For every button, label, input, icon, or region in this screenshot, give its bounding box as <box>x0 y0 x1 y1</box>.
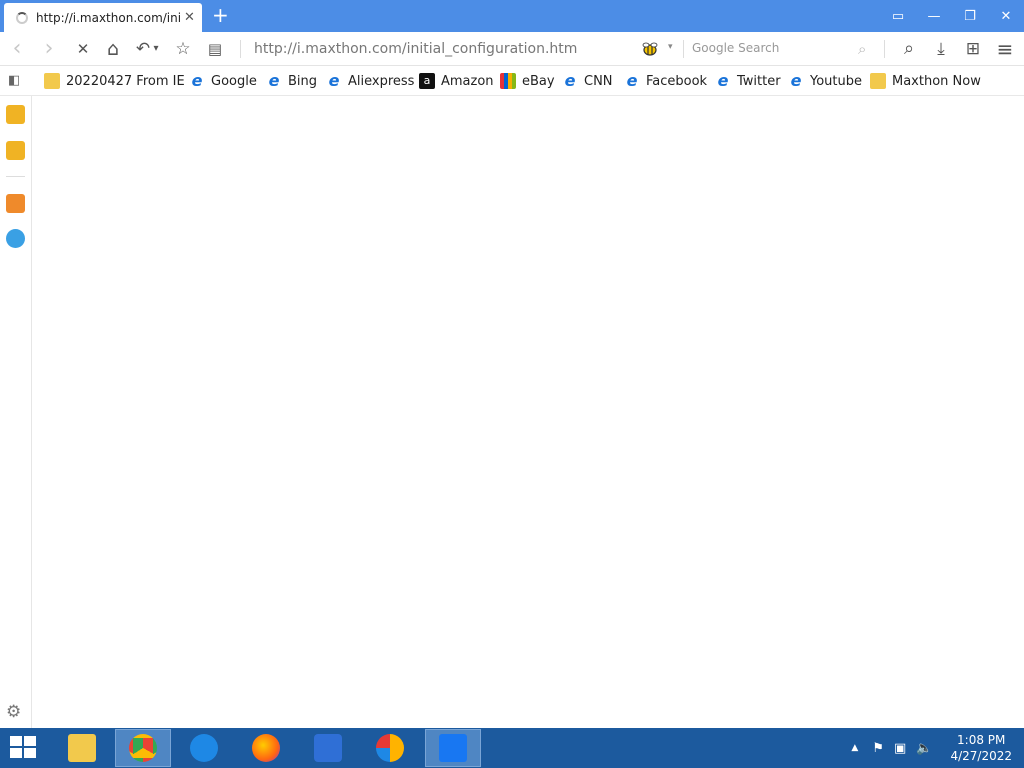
bookmark-label: Twitter <box>737 73 781 89</box>
clock[interactable]: 1:08 PM 4/27/2022 <box>950 732 1012 764</box>
bookmarks-bar: ◧ 20220427 From IE e Google e Bing e Ali… <box>0 66 1024 96</box>
undo-dropdown-icon[interactable]: ▾ <box>150 38 162 60</box>
bookmark-cnn[interactable]: e CNN <box>562 73 613 89</box>
sidebar-divider <box>6 176 25 177</box>
menu-button[interactable]: ≡ <box>994 38 1016 60</box>
start-button-icon[interactable] <box>10 736 38 760</box>
bookmark-label: Maxthon Now <box>892 73 981 89</box>
bookmark-label: Aliexpress <box>348 73 415 89</box>
toolbar-divider <box>240 40 241 58</box>
folder-icon <box>44 73 60 89</box>
system-tray: ▲ ⚑ ▣ 🔈 1:08 PM 4/27/2022 <box>851 728 1012 768</box>
stop-button[interactable]: ✕ <box>72 38 94 60</box>
search-input[interactable]: Google Search <box>692 41 872 55</box>
window-controls: ▭ — ❐ ✕ <box>880 0 1024 32</box>
taskbar-internet-explorer[interactable] <box>176 729 232 767</box>
new-tab-button[interactable]: + <box>212 5 229 25</box>
firefox-icon <box>252 734 280 762</box>
tab-close-icon[interactable]: ✕ <box>184 10 195 25</box>
navigation-toolbar: ‹ › ✕ ⌂ ↶ ▾ ☆ ▤ http://i.maxthon.com/ini… <box>0 32 1024 66</box>
file-explorer-icon <box>68 734 96 762</box>
ie-icon: e <box>790 71 802 90</box>
left-sidebar: ⚙ <box>0 96 32 728</box>
arc-icon <box>314 734 342 762</box>
page-content <box>33 96 1024 728</box>
toolbar-divider <box>683 40 684 58</box>
tray-overflow-arrow-icon[interactable]: ▲ <box>851 743 858 753</box>
download-button[interactable]: ⤓ <box>930 38 952 60</box>
taskbar-arc[interactable] <box>300 729 356 767</box>
network-icon[interactable]: ▣ <box>894 741 906 756</box>
clock-date: 4/27/2022 <box>950 749 1012 763</box>
maxthon-now-icon <box>870 73 886 89</box>
settings-gear-icon[interactable]: ⚙ <box>6 702 21 722</box>
home-button[interactable]: ⌂ <box>102 38 124 60</box>
bee-extension-icon[interactable] <box>641 41 659 57</box>
maxthon-icon <box>439 734 467 762</box>
search-icon[interactable]: ⌕ <box>858 40 866 58</box>
loading-spinner-icon <box>16 11 28 24</box>
search-engine-dropdown-icon[interactable]: ▾ <box>668 42 673 52</box>
internet-explorer-icon <box>190 734 218 762</box>
taskbar: ▲ ⚑ ▣ 🔈 1:08 PM 4/27/2022 <box>0 728 1024 768</box>
bookmark-label: Youtube <box>810 73 862 89</box>
taskbar-file-explorer[interactable] <box>54 729 110 767</box>
favorite-star-button[interactable]: ☆ <box>172 38 194 60</box>
bookmark-label: Google <box>211 73 257 89</box>
bookmark-label: Amazon <box>441 73 494 89</box>
bookmark-maxthon-now[interactable]: Maxthon Now <box>870 73 981 89</box>
notes-panel-icon[interactable] <box>6 141 25 160</box>
bookmark-label: 20220427 From IE <box>66 73 185 89</box>
taskbar-firefox[interactable] <box>238 729 294 767</box>
reader-mode-button[interactable]: ▤ <box>204 38 226 60</box>
ie-icon: e <box>191 71 203 90</box>
taskbar-chrome[interactable] <box>115 729 171 767</box>
taskbar-maxthon[interactable] <box>425 729 481 767</box>
rss-panel-icon[interactable] <box>6 194 25 213</box>
minimize-button[interactable]: — <box>916 9 952 24</box>
bookmark-facebook[interactable]: e Facebook <box>624 71 708 90</box>
apps-button[interactable]: ⊞ <box>962 38 984 60</box>
toolbar-divider <box>884 40 885 58</box>
sidebar-toggle-icon[interactable]: ◧ <box>8 73 20 88</box>
ie-icon: e <box>328 71 340 90</box>
volume-muted-icon[interactable]: 🔈 <box>916 741 932 756</box>
favorites-panel-icon[interactable] <box>6 105 25 124</box>
back-button[interactable]: ‹ <box>6 38 28 60</box>
ie-icon: e <box>717 71 729 90</box>
bookmark-aliexpress[interactable]: e Aliexpress <box>326 71 415 90</box>
chrome-icon <box>129 734 157 762</box>
ie-icon: e <box>268 71 280 90</box>
bookmark-youtube[interactable]: e Youtube <box>788 73 862 89</box>
avast-browser-icon <box>376 734 404 762</box>
bookmark-google[interactable]: e Google <box>189 73 257 89</box>
bookmark-amazon[interactable]: a Amazon <box>419 73 494 89</box>
ebay-icon <box>500 73 516 89</box>
bookmark-label: Bing <box>288 73 318 89</box>
bookmark-twitter[interactable]: e Twitter <box>715 73 781 89</box>
tab-strip: http://i.maxthon.com/init ✕ + ▭ — ❐ ✕ <box>0 0 1024 32</box>
bookmark-bing[interactable]: e Bing <box>266 73 317 89</box>
clock-time: 1:08 PM <box>957 733 1006 747</box>
layout-icon[interactable]: ▭ <box>880 9 916 24</box>
amazon-icon: a <box>419 73 435 89</box>
web-panel-icon[interactable] <box>6 229 25 248</box>
action-center-flag-icon[interactable]: ⚑ <box>872 741 884 756</box>
ie-icon: e <box>564 71 576 90</box>
taskbar-avast-browser[interactable] <box>362 729 418 767</box>
forward-button[interactable]: › <box>38 38 60 60</box>
bookmark-label: Facebook <box>646 73 708 89</box>
bookmark-label: eBay <box>522 73 555 89</box>
bookmark-label: CNN <box>584 73 613 89</box>
bookmark-folder-20220427[interactable]: 20220427 From IE <box>44 73 185 89</box>
bookmark-ebay[interactable]: eBay <box>500 73 555 89</box>
ie-icon: e <box>626 71 638 90</box>
tab-title: http://i.maxthon.com/init <box>36 10 180 25</box>
find-button[interactable]: ⌕ <box>898 38 920 60</box>
restore-button[interactable]: ❐ <box>952 9 988 24</box>
close-window-button[interactable]: ✕ <box>988 9 1024 24</box>
tab-active[interactable]: http://i.maxthon.com/init ✕ <box>4 3 202 32</box>
address-bar[interactable]: http://i.maxthon.com/initial_configurati… <box>254 41 577 57</box>
